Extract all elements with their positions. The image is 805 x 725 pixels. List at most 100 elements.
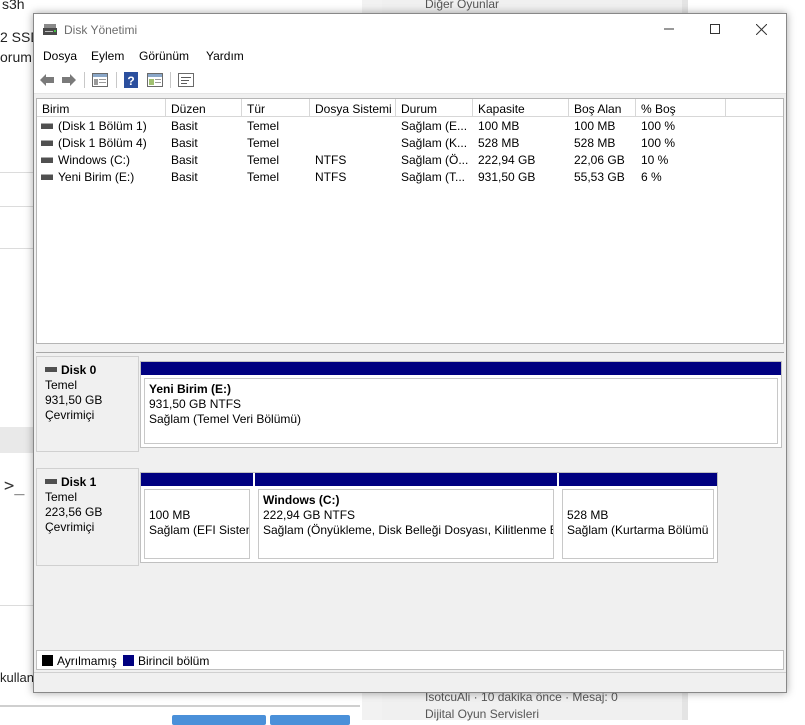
help-icon[interactable]: ? [121, 71, 141, 89]
column-header-yuzde-bos[interactable]: % Boş [636, 99, 726, 117]
volume-status: Sağlam (E... [401, 119, 468, 133]
volume-row[interactable]: Yeni Birim (E:) Basit Temel NTFS Sağlam … [37, 169, 783, 186]
volume-name-cell: (Disk 1 Bölüm 4) [41, 136, 147, 150]
partition-name [567, 493, 713, 508]
legend-label-primary: Birincil bölüm [138, 654, 210, 668]
toolbar-separator [84, 72, 85, 88]
disk-management-icon [42, 22, 58, 36]
volume-status: Sağlam (T... [401, 170, 466, 184]
toolbar-separator [116, 72, 117, 88]
volume-layout: Basit [171, 153, 198, 167]
menu-gorunum[interactable]: Görünüm [139, 49, 189, 63]
volume-name: (Disk 1 Bölüm 4) [58, 136, 147, 150]
title-bar[interactable]: Disk Yönetimi [34, 14, 786, 44]
properties-icon[interactable] [145, 71, 165, 89]
volume-type: Temel [247, 170, 280, 184]
volume-name: Windows (C:) [58, 153, 131, 167]
legend-label-unallocated: Ayrılmamış [57, 654, 117, 668]
volume-row[interactable]: (Disk 1 Bölüm 1) Basit Temel Sağlam (E..… [37, 118, 783, 135]
primary-partition-bar [141, 473, 253, 486]
disk-1-type: Temel [45, 490, 78, 504]
background-text[interactable]: Dijital Oyun Servisleri [425, 707, 539, 721]
menu-eylem[interactable]: Eylem [91, 49, 124, 63]
volume-row[interactable]: (Disk 1 Bölüm 4) Basit Temel Sağlam (K..… [37, 135, 783, 152]
background-left-panel: s3h 2 SSD orum >_ kullan [0, 0, 360, 720]
toolbar-separator [170, 72, 171, 88]
close-button[interactable] [738, 14, 784, 44]
back-arrow-icon[interactable] [37, 71, 57, 89]
divider [0, 705, 360, 707]
maximize-button[interactable] [692, 14, 738, 44]
volume-capacity: 222,94 GB [478, 153, 536, 167]
partition-status: Sağlam (Temel Veri Bölümü) [149, 412, 302, 426]
disk-icon [45, 366, 57, 372]
partition-body: 100 MB Sağlam (EFI Sistem [144, 489, 250, 559]
toolbar: ? [34, 66, 786, 94]
partition-status: Sağlam (Kurtarma Bölümü [567, 523, 709, 537]
column-header-bos-alan[interactable]: Boş Alan [569, 99, 636, 117]
disk-1-partitions: 100 MB Sağlam (EFI Sistem Windows (C:) 2… [140, 472, 718, 563]
volume-layout: Basit [171, 136, 198, 150]
console-tree-icon[interactable] [90, 71, 110, 89]
volume-name-cell: Yeni Birim (E:) [41, 170, 134, 184]
volume-free-space: 528 MB [574, 136, 616, 150]
column-header-kapasite[interactable]: Kapasite [473, 99, 569, 117]
legend-swatch-unallocated [42, 655, 53, 666]
column-header-durum[interactable]: Durum [396, 99, 473, 117]
disk-0-name: Disk 0 [61, 363, 97, 377]
column-header-tur[interactable]: Tür [242, 99, 310, 117]
partition-status: Sağlam (EFI Sistem [149, 523, 250, 537]
window-title: Disk Yönetimi [64, 23, 138, 37]
volume-icon [41, 139, 53, 146]
disk-management-window: Disk Yönetimi Dosya Eylem Görünüm Yardım… [33, 13, 787, 693]
partition-size: 222,94 GB NTFS [263, 508, 356, 522]
partition-efi[interactable]: 100 MB Sağlam (EFI Sistem [141, 473, 253, 562]
terminal-icon: >_ [4, 476, 25, 496]
status-bar [34, 672, 786, 692]
divider [0, 206, 34, 207]
background-button[interactable] [172, 715, 266, 725]
menu-yardim[interactable]: Yardım [206, 49, 244, 63]
column-header-birim[interactable]: Birim [37, 99, 166, 117]
partition-windows-c[interactable]: Windows (C:) 222,94 GB NTFS Sağlam (Önyü… [255, 473, 557, 562]
partition-body: Yeni Birim (E:) 931,50 GB NTFS Sağlam (T… [144, 378, 778, 444]
volume-type: Temel [247, 136, 280, 150]
disk-icon [45, 478, 57, 484]
disk-0-label[interactable]: Disk 0 Temel 931,50 GB Çevrimiçi [36, 356, 139, 452]
minimize-button[interactable] [646, 14, 692, 44]
volume-name-cell: (Disk 1 Bölüm 1) [41, 119, 147, 133]
partition-size: 100 MB [149, 508, 191, 522]
settings-panel-icon[interactable] [176, 71, 196, 89]
background-text[interactable]: Diğer Oyunlar [425, 0, 499, 11]
primary-partition-bar [255, 473, 557, 486]
volume-list[interactable]: Birim Düzen Tür Dosya Sistemi Durum Kapa… [36, 98, 784, 344]
divider [0, 248, 34, 249]
menu-dosya[interactable]: Dosya [43, 49, 77, 63]
disk-1-label[interactable]: Disk 1 Temel 223,56 GB Çevrimiçi [36, 468, 139, 566]
volume-icon [41, 173, 53, 180]
partition-name [149, 493, 249, 508]
legend-swatch-primary [123, 655, 134, 666]
partition-name: Windows (C:) [263, 493, 340, 507]
partition-name: Yeni Birim (E:) [149, 382, 232, 396]
volume-filesystem: NTFS [315, 153, 347, 167]
partition-body: Windows (C:) 222,94 GB NTFS Sağlam (Önyü… [258, 489, 554, 559]
volume-capacity: 528 MB [478, 136, 520, 150]
partition-recovery[interactable]: 528 MB Sağlam (Kurtarma Bölümü [559, 473, 717, 562]
volume-icon [41, 156, 53, 163]
forward-arrow-icon[interactable] [59, 71, 79, 89]
volume-row[interactable]: Windows (C:) Basit Temel NTFS Sağlam (Ö.… [37, 152, 783, 169]
volume-free-space: 22,06 GB [574, 153, 625, 167]
volume-percent-free: 6 % [641, 170, 662, 184]
legend: Ayrılmamış Birincil bölüm [36, 650, 784, 670]
column-header-duzen[interactable]: Düzen [166, 99, 242, 117]
partition-size: 931,50 GB NTFS [149, 397, 242, 411]
background-button[interactable] [270, 715, 350, 725]
volume-free-space: 100 MB [574, 119, 616, 133]
volume-filesystem: NTFS [315, 170, 347, 184]
partition-yeni-birim-e[interactable]: Yeni Birim (E:) 931,50 GB NTFS Sağlam (T… [141, 362, 781, 447]
disk-0-state: Çevrimiçi [45, 408, 95, 422]
volume-name: Yeni Birim (E:) [58, 170, 135, 184]
column-header-dosya-sistemi[interactable]: Dosya Sistemi [310, 99, 396, 117]
divider [0, 605, 34, 606]
